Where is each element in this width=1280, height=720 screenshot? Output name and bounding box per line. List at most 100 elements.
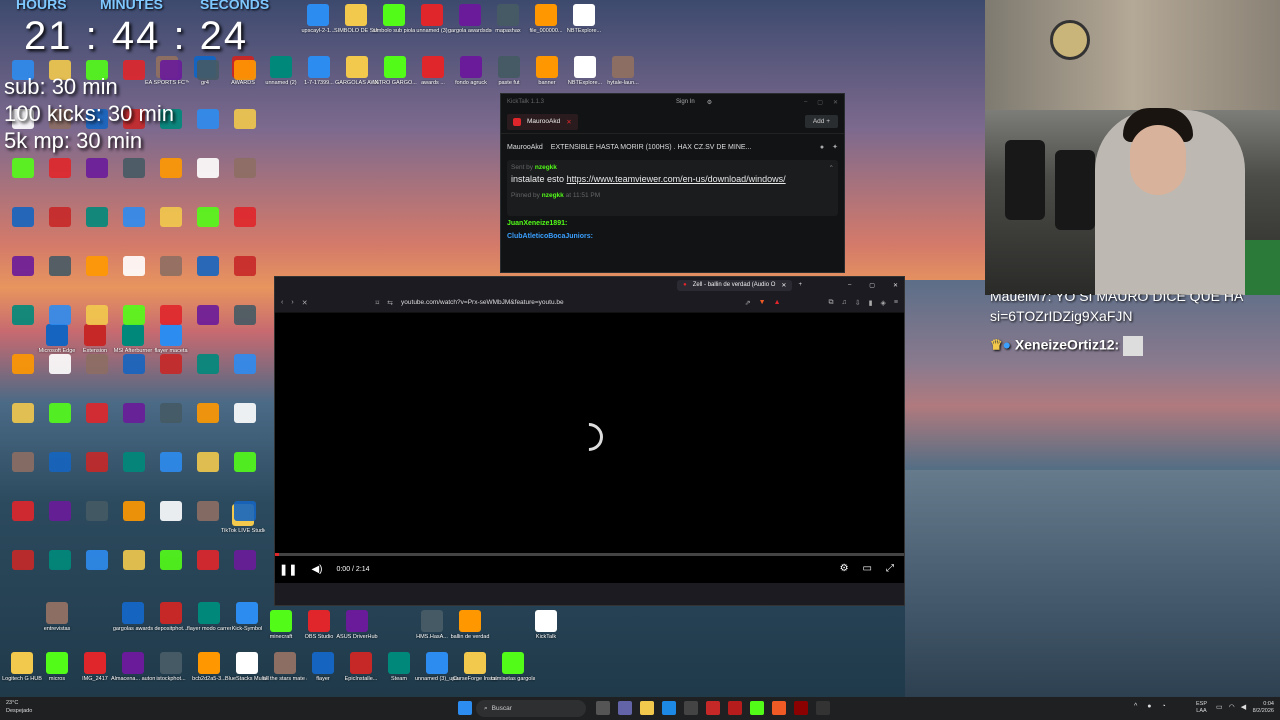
tray-app-icon[interactable]: ● [1147, 703, 1151, 710]
edge-icon[interactable] [662, 701, 676, 715]
desktop-icon-thumbnail[interactable] [49, 452, 71, 472]
desktop-icon[interactable]: entrevistas [35, 602, 79, 648]
desktop-icon-thumbnail[interactable] [197, 403, 219, 423]
desktop-icon-thumbnail[interactable] [49, 158, 71, 178]
task-view-icon[interactable] [596, 701, 610, 715]
stop-icon[interactable]: ✕ [302, 299, 308, 307]
desktop-icon-thumbnail[interactable] [160, 305, 182, 325]
desktop-icon[interactable]: ASUS DriverHub [335, 610, 379, 656]
desktop-icon-thumbnail[interactable] [12, 452, 34, 472]
desktop-icon-thumbnail[interactable] [234, 403, 256, 423]
share-icon[interactable]: ⇗ [745, 299, 751, 307]
desktop-icon-thumbnail[interactable] [160, 452, 182, 472]
video-player[interactable]: ❚❚ ◀) 0:00 / 2:14 ⚙ ▭ ⤢ [275, 313, 904, 583]
msi-icon[interactable] [816, 701, 830, 715]
kick-icon[interactable] [750, 701, 764, 715]
desktop-icon-thumbnail[interactable] [234, 452, 256, 472]
desktop-icon-thumbnail[interactable] [160, 60, 182, 80]
close-icon[interactable]: ✕ [833, 99, 838, 106]
volume-icon[interactable]: ◀) [311, 564, 322, 575]
desktop-icon-thumbnail[interactable] [123, 501, 145, 521]
extensions-icon[interactable]: ⧉ [829, 299, 834, 307]
desktop-icon-thumbnail[interactable] [123, 158, 145, 178]
site-info-icon[interactable]: ⇆ [387, 299, 393, 307]
desktop-icon-thumbnail[interactable] [86, 403, 108, 423]
teams-icon[interactable] [618, 701, 632, 715]
desktop-icon-thumbnail[interactable] [86, 550, 108, 570]
desktop-icon[interactable]: camisetas gargolas [491, 652, 535, 698]
maximize-icon[interactable]: ▢ [869, 282, 875, 289]
desktop-icon-thumbnail[interactable] [197, 256, 219, 276]
file-explorer-icon[interactable] [640, 701, 654, 715]
desktop-icon-thumbnail[interactable] [234, 158, 256, 178]
desktop-icon-thumbnail[interactable] [123, 256, 145, 276]
desktop-icon-thumbnail[interactable] [234, 207, 256, 227]
desktop-icon-thumbnail[interactable] [123, 452, 145, 472]
maximize-icon[interactable]: ▢ [817, 99, 823, 106]
desktop-icon-thumbnail[interactable] [12, 207, 34, 227]
app-icon-2[interactable] [728, 701, 742, 715]
desktop-icon-thumbnail[interactable] [49, 256, 71, 276]
tab-maurooakd[interactable]: MaurooAkd ✕ [507, 113, 578, 130]
chrome-icon[interactable] [706, 701, 720, 715]
desktop-icon-thumbnail[interactable] [234, 550, 256, 570]
desktop-icon-thumbnail[interactable] [86, 452, 108, 472]
chevron-up-icon[interactable]: ^ [1134, 703, 1137, 710]
desktop-icon-thumbnail[interactable] [86, 354, 108, 374]
desktop-icon-thumbnail[interactable] [12, 256, 34, 276]
desktop-icon-thumbnail[interactable] [49, 550, 71, 570]
desktop-icon-thumbnail[interactable] [86, 158, 108, 178]
sender-name[interactable]: nzegkk [535, 164, 557, 171]
pin-icon[interactable]: ✦ [832, 143, 838, 151]
desktop-icon-thumbnail[interactable] [234, 256, 256, 276]
network-icon[interactable]: ◔ [1162, 703, 1166, 710]
menu-icon[interactable]: ≡ [894, 299, 898, 306]
clock[interactable]: 0:04 8/2/2026 [1240, 701, 1274, 715]
add-button[interactable]: Add + [804, 115, 838, 128]
wallet-icon[interactable]: ◈ [881, 299, 886, 307]
desktop-icon-thumbnail[interactable] [123, 550, 145, 570]
desktop-icon-thumbnail[interactable] [12, 501, 34, 521]
search-box[interactable]: ⌕ Buscar [476, 700, 586, 717]
desktop-icon-thumbnail[interactable] [234, 354, 256, 374]
desktop-icon-thumbnail[interactable] [49, 207, 71, 227]
desktop-icon-thumbnail[interactable] [197, 305, 219, 325]
desktop-icon-thumbnail[interactable] [197, 354, 219, 374]
chat-user-2[interactable]: ClubAtleticoBocaJuniors: [507, 233, 838, 240]
desktop-icon-thumbnail[interactable] [160, 550, 182, 570]
desktop-icon-thumbnail[interactable] [49, 501, 71, 521]
theater-icon[interactable]: ▭ [863, 563, 872, 574]
message-link[interactable]: https://www.teamviewer.com/en-us/downloa… [567, 174, 786, 184]
desktop-icon-thumbnail[interactable] [197, 158, 219, 178]
language-indicator[interactable]: ESP LAA [1196, 701, 1207, 715]
minimize-icon[interactable]: – [804, 99, 807, 106]
collapse-icon[interactable]: ⌃ [829, 164, 834, 172]
fullscreen-icon[interactable]: ⤢ [886, 563, 894, 574]
desktop-icon-thumbnail[interactable] [12, 550, 34, 570]
desktop-icon-thumbnail[interactable] [234, 109, 256, 129]
bookmark-icon[interactable]: ⌑ [376, 299, 380, 307]
progress-track[interactable] [275, 553, 904, 556]
desktop-icon-thumbnail[interactable] [49, 354, 71, 374]
settings-icon[interactable]: ⚙ [840, 563, 849, 574]
app-icon-1[interactable] [684, 701, 698, 715]
app-icon-3[interactable] [794, 701, 808, 715]
rewards-icon[interactable]: ▲ [774, 299, 781, 306]
back-icon[interactable]: ‹ [281, 299, 283, 306]
settings-gear-icon[interactable]: ⚙ [707, 99, 712, 106]
pinned-by-name[interactable]: nzegkk [542, 192, 564, 199]
sidebar-icon[interactable]: ▮ [869, 299, 873, 307]
desktop-icon-thumbnail[interactable] [86, 256, 108, 276]
weather-widget[interactable]: 23°C Despejado [6, 699, 32, 715]
wifi-icon[interactable]: ◠ [1229, 703, 1235, 711]
desktop-icon-thumbnail[interactable] [86, 305, 108, 325]
close-icon[interactable]: ✕ [893, 282, 898, 289]
desktop-icon-thumbnail[interactable] [12, 403, 34, 423]
desktop-icon[interactable]: ballin de verdad [448, 610, 492, 656]
desktop-icon-thumbnail[interactable] [12, 354, 34, 374]
media-icon[interactable]: ♫ [842, 299, 847, 306]
browser-tab[interactable]: ● Zell - ballin de verdad (Audio O ✕ [677, 279, 793, 291]
desktop-icon-thumbnail[interactable] [12, 305, 34, 325]
desktop-icon-thumbnail[interactable] [197, 501, 219, 521]
desktop-icon-thumbnail[interactable] [160, 403, 182, 423]
